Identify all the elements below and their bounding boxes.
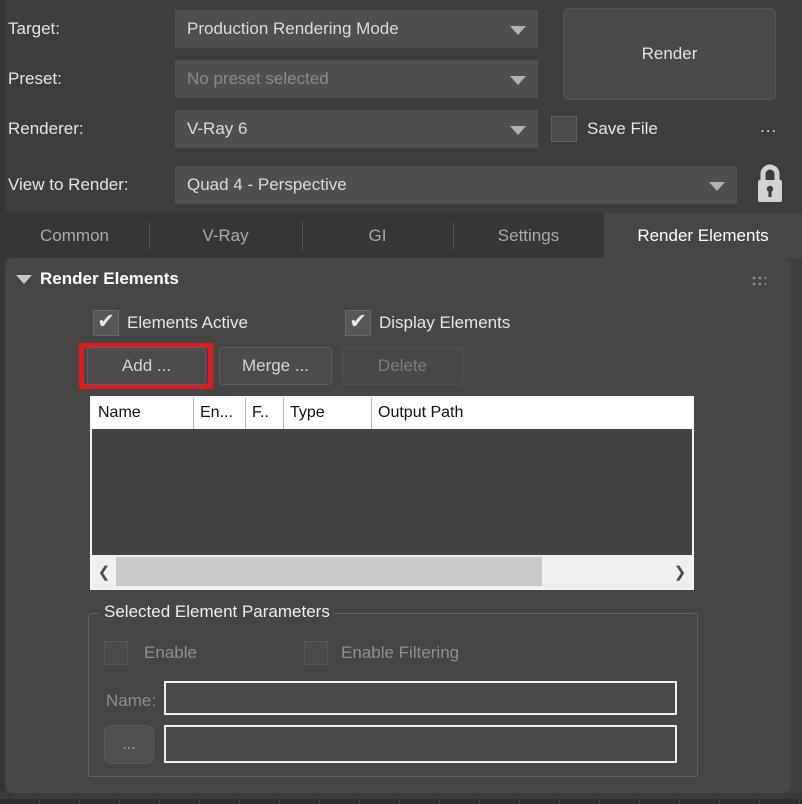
tab-render-elements[interactable]: Render Elements bbox=[604, 213, 802, 258]
horizontal-scrollbar[interactable]: ❮ ❯ bbox=[92, 555, 692, 588]
render-elements-table: Name En... F.. Type Output Path ❮ ❯ bbox=[90, 396, 694, 590]
tab-settings[interactable]: Settings bbox=[453, 213, 604, 258]
chevron-down-icon bbox=[510, 76, 526, 85]
render-button[interactable]: Render bbox=[563, 8, 776, 100]
tab-bar: Common V-Ray GI Settings Render Elements bbox=[0, 213, 802, 258]
target-label: Target: bbox=[8, 19, 60, 39]
rollout-title[interactable]: Render Elements bbox=[40, 269, 179, 289]
merge-button[interactable]: Merge ... bbox=[219, 347, 332, 385]
chevron-down-icon bbox=[510, 26, 526, 35]
preset-label: Preset: bbox=[8, 69, 62, 89]
target-dropdown[interactable]: Production Rendering Mode bbox=[175, 10, 538, 48]
add-button[interactable]: Add ... bbox=[87, 347, 206, 385]
lock-icon[interactable] bbox=[754, 163, 786, 210]
view-to-render-dropdown[interactable]: Quad 4 - Perspective bbox=[175, 166, 737, 204]
preset-dropdown[interactable]: No preset selected bbox=[175, 60, 538, 98]
target-dropdown-value: Production Rendering Mode bbox=[187, 19, 399, 38]
column-header-filter[interactable]: F.. bbox=[246, 398, 284, 429]
enable-checkbox bbox=[104, 641, 128, 665]
column-header-enabled[interactable]: En... bbox=[194, 398, 246, 429]
scroll-right-icon[interactable]: ❯ bbox=[668, 555, 692, 588]
elements-active-label: Elements Active bbox=[127, 313, 248, 333]
group-title: Selected Element Parameters bbox=[99, 602, 335, 622]
drag-grip-icon[interactable] bbox=[750, 274, 766, 287]
render-elements-rollout: Render Elements ✔ Elements Active ✔ Disp… bbox=[5, 258, 791, 793]
element-name-input[interactable] bbox=[164, 681, 677, 715]
selected-element-parameters-group: Selected Element Parameters Enable Enabl… bbox=[88, 613, 698, 777]
column-header-name[interactable]: Name bbox=[92, 398, 194, 429]
browse-output-button[interactable]: ... bbox=[104, 725, 154, 764]
display-elements-label: Display Elements bbox=[379, 313, 510, 333]
tab-common[interactable]: Common bbox=[0, 213, 149, 258]
column-header-output-path[interactable]: Output Path bbox=[372, 398, 692, 429]
preset-dropdown-value: No preset selected bbox=[187, 69, 329, 88]
render-button-label: Render bbox=[642, 44, 698, 64]
scrollbar-thumb[interactable] bbox=[116, 557, 542, 586]
scroll-left-icon[interactable]: ❮ bbox=[92, 555, 116, 588]
elements-active-checkbox[interactable]: ✔ bbox=[93, 310, 119, 336]
check-icon: ✔ bbox=[349, 311, 367, 332]
enable-filtering-checkbox bbox=[304, 641, 328, 665]
table-header-row: Name En... F.. Type Output Path bbox=[92, 398, 692, 429]
check-icon: ✔ bbox=[97, 311, 115, 332]
chevron-down-icon bbox=[510, 126, 526, 135]
enable-label: Enable bbox=[144, 643, 197, 663]
bottom-edge-strip bbox=[0, 799, 802, 804]
view-to-render-dropdown-value: Quad 4 - Perspective bbox=[187, 175, 347, 194]
rollout-collapse-icon[interactable] bbox=[16, 275, 32, 284]
column-header-type[interactable]: Type bbox=[284, 398, 372, 429]
save-file-label: Save File bbox=[587, 119, 658, 139]
chevron-down-icon bbox=[709, 182, 725, 191]
tab-vray[interactable]: V-Ray bbox=[149, 213, 302, 258]
save-file-more-button[interactable]: ... bbox=[760, 117, 777, 137]
name-label: Name: bbox=[106, 691, 156, 711]
output-path-input[interactable] bbox=[164, 725, 677, 763]
display-elements-checkbox[interactable]: ✔ bbox=[345, 310, 371, 336]
renderer-label: Renderer: bbox=[8, 119, 84, 139]
delete-button: Delete bbox=[342, 347, 463, 385]
save-file-checkbox[interactable] bbox=[551, 116, 577, 142]
table-body-empty[interactable] bbox=[92, 429, 692, 555]
renderer-dropdown-value: V-Ray 6 bbox=[187, 119, 247, 138]
tab-gi[interactable]: GI bbox=[302, 213, 453, 258]
view-to-render-label: View to Render: bbox=[8, 175, 129, 195]
renderer-dropdown[interactable]: V-Ray 6 bbox=[175, 110, 538, 148]
enable-filtering-label: Enable Filtering bbox=[341, 643, 459, 663]
